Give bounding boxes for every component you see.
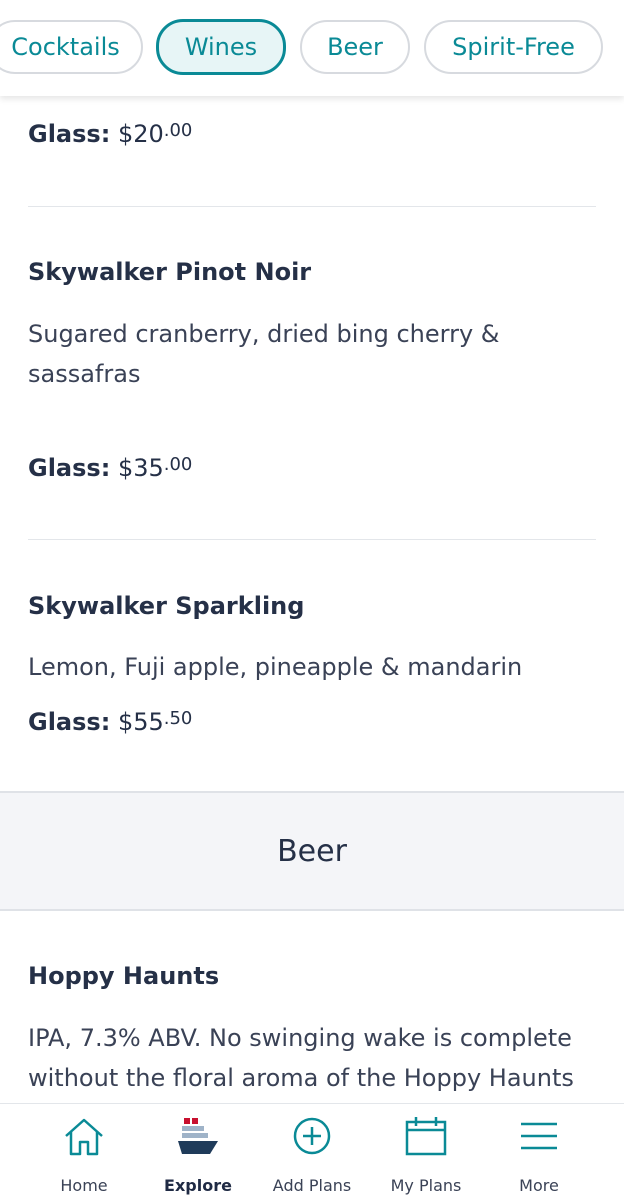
item-title: Skywalker Pinot Noir — [28, 258, 312, 286]
tab-beer[interactable]: Beer — [300, 20, 410, 74]
price-dollars: $20 — [117, 120, 164, 148]
nav-explore-label: Explore — [164, 1176, 232, 1195]
item-title: Hoppy Haunts — [28, 962, 220, 990]
menu-hamburger-icon — [521, 1122, 557, 1150]
divider — [28, 539, 596, 540]
nav-my-plans-label: My Plans — [390, 1176, 462, 1195]
price-label: Glass: — [28, 708, 111, 736]
price-cents: .00 — [163, 120, 193, 141]
tab-spirit-free[interactable]: Spirit-Free — [424, 20, 603, 74]
price-cents: .00 — [163, 454, 193, 475]
nav-home[interactable]: Home — [29, 1104, 139, 1200]
category-tab-bar: Cocktails Wines Beer Spirit-Free — [0, 0, 624, 96]
nav-explore[interactable]: Explore — [143, 1104, 253, 1200]
home-icon — [65, 1118, 103, 1156]
section-header-beer: Beer — [0, 791, 624, 911]
price-dollars: $35 — [117, 454, 164, 482]
item-description: Lemon, Fuji apple, pineapple & mandarin — [28, 653, 523, 681]
item-description: Sugared cranberry, dried bing cherry & s… — [28, 320, 500, 388]
tab-cocktails[interactable]: Cocktails — [0, 20, 143, 74]
tab-wines[interactable]: Wines — [156, 19, 286, 75]
item-description: IPA, 7.3% ABV. No swinging wake is compl… — [28, 1024, 574, 1092]
price-cents: .50 — [163, 708, 193, 729]
price-label: Glass: — [28, 454, 111, 482]
nav-home-label: Home — [60, 1176, 108, 1195]
ship-icon — [178, 1118, 218, 1154]
item-price: Glass: $20.00 — [28, 120, 192, 148]
nav-more-label: More — [519, 1176, 559, 1195]
nav-more[interactable]: More — [484, 1104, 594, 1200]
divider — [28, 206, 596, 207]
item-price: Glass: $55.50 — [28, 708, 192, 736]
item-title: Skywalker Sparkling — [28, 592, 305, 620]
nav-my-plans[interactable]: My Plans — [371, 1104, 481, 1200]
nav-add-plans[interactable]: Add Plans — [257, 1104, 367, 1200]
price-label: Glass: — [28, 120, 111, 148]
add-plus-icon — [293, 1117, 331, 1155]
bottom-nav: Home Explore Add Plans My Plans More — [0, 1103, 624, 1200]
calendar-icon — [405, 1117, 447, 1156]
item-price: Glass: $35.00 — [28, 454, 192, 482]
price-dollars: $55 — [117, 708, 164, 736]
nav-add-plans-label: Add Plans — [272, 1176, 352, 1195]
